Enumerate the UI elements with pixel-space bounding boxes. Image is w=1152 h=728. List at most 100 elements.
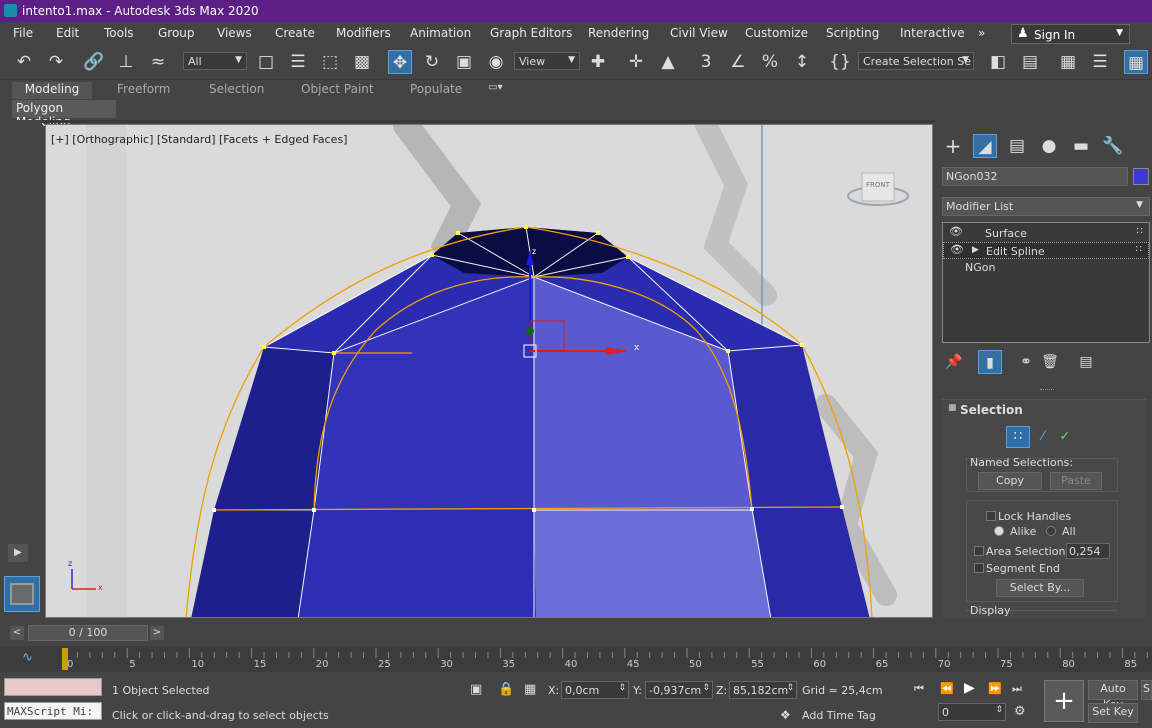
undo-icon[interactable]: ↶ [12,50,36,74]
previous-frame-icon[interactable]: ⏪ [940,682,954,695]
angle-snap-icon[interactable]: ∠ [726,50,750,74]
link-icon[interactable]: 🔗 [82,50,106,74]
spinner-snap-icon[interactable]: ↕ [790,50,814,74]
window-crossing-icon[interactable]: ▩ [350,50,374,74]
curve-editor-icon[interactable]: ∿ [22,650,33,665]
tab-modeling[interactable]: Modeling [12,82,92,99]
polygon-modeling-panel[interactable]: Polygon Modeling [12,100,116,129]
time-slider-thumb[interactable]: 0 / 100 [28,625,148,641]
stack-item-ngon[interactable]: NGon [943,259,1149,276]
menu-more[interactable]: » [978,26,985,40]
menu-modifiers[interactable]: Modifiers [336,26,391,40]
select-and-move-icon[interactable]: ✥ [388,50,412,74]
utilities-tab-icon[interactable]: 🔧 [1101,134,1125,158]
selected-key-filter[interactable]: S [1141,680,1152,700]
selection-filter-dropdown[interactable]: All ▼ [183,52,247,70]
maxscript-mini-listener[interactable]: MAXScript Mi: [4,702,102,720]
select-object-icon[interactable]: □ [254,50,278,74]
keyboard-shortcut-override-icon[interactable]: ▲ [656,50,680,74]
viewcube-face-label[interactable]: FRONT [866,181,890,189]
spinner-icon[interactable]: ⇕ [786,683,794,693]
expand-arrow-icon[interactable]: ▶ [8,544,28,562]
go-to-end-icon[interactable]: ⏭ [1012,682,1022,696]
menu-graph-editors[interactable]: Graph Editors [490,26,572,40]
remove-modifier-icon[interactable]: 🗑 [1038,350,1062,374]
maxscript-listener-output[interactable] [4,678,102,696]
set-key-button[interactable]: Set Key [1088,703,1138,723]
ribbon-toggle-icon[interactable]: ▦ [1124,50,1148,74]
align-icon[interactable]: ▤ [1018,50,1042,74]
menu-file[interactable]: File [13,26,33,40]
isolate-selection-icon[interactable]: ▣ [470,682,482,697]
percent-snap-icon[interactable]: % [758,50,782,74]
segment-end-checkbox[interactable] [974,563,984,573]
selection-rollout-title[interactable]: Selection [960,403,1023,417]
tab-freeform[interactable]: Freeform [117,82,170,96]
expand-arrow-icon[interactable]: ▶ [972,245,979,255]
time-configuration-icon[interactable]: ⚙ [1014,704,1026,719]
menu-interactive[interactable]: Interactive [900,26,965,40]
collapse-icon[interactable]: ■ [948,403,957,413]
modify-tab-icon[interactable]: ◢ [973,134,997,158]
go-to-start-icon[interactable]: ⏮ [914,682,924,696]
spline-mode-icon[interactable]: ✓ [1054,426,1076,448]
absolute-mode-icon[interactable]: ▦ [524,682,536,697]
x-coord-field[interactable]: 0,0cm ⇕ [561,681,629,699]
vertex-mode-icon[interactable]: ∷ [1006,426,1030,448]
motion-tab-icon[interactable]: ● [1037,134,1061,158]
select-and-rotate-icon[interactable]: ↻ [420,50,444,74]
eye-icon[interactable]: 👁 [950,243,964,256]
area-selection-checkbox[interactable] [974,546,984,556]
mirror-icon[interactable]: ◧ [986,50,1010,74]
stack-item-edit-spline[interactable]: 👁 ▶ Edit Spline ∷ [943,242,1149,259]
select-and-scale-icon[interactable]: ▣ [452,50,476,74]
menu-views[interactable]: Views [217,26,252,40]
object-color-swatch[interactable] [1133,168,1149,185]
pivot-center-icon[interactable]: ✚ [586,50,610,74]
current-frame-field[interactable]: 0 ⇕ [938,703,1006,721]
menu-scripting[interactable]: Scripting [826,26,879,40]
menu-rendering[interactable]: Rendering [588,26,649,40]
scene-explorer-icon[interactable]: ▦ [1056,50,1080,74]
lock-handles-checkbox[interactable] [986,511,996,521]
track-bar[interactable]: ∿ 0 5 10 15 20 25 30 35 40 45 50 55 60 65 70 75 80 85 [0,646,1152,672]
time-next-icon[interactable]: > [150,626,164,640]
place-icon[interactable]: ◉ [484,50,508,74]
menu-edit[interactable]: Edit [56,26,79,40]
menu-group[interactable]: Group [158,26,195,40]
area-selection-spinner[interactable]: 0,254 [1066,543,1110,559]
make-unique-icon[interactable]: ⚭ [1014,350,1038,374]
paste-button[interactable]: Paste [1050,472,1102,490]
create-tab-icon[interactable]: + [941,134,965,158]
spinner-icon[interactable]: ⇕ [618,683,626,693]
menu-customize[interactable]: Customize [745,26,808,40]
bind-space-warp-icon[interactable]: ≈ [146,50,170,74]
select-by-button[interactable]: Select By... [996,579,1084,597]
y-coord-field[interactable]: -0,937cm ⇕ [645,681,713,699]
eye-icon[interactable]: 👁 [949,225,963,238]
add-time-tag-button[interactable]: Add Time Tag [802,709,876,722]
select-by-name-icon[interactable]: ☰ [286,50,310,74]
tab-object-paint[interactable]: Object Paint [301,82,374,96]
menu-create[interactable]: Create [275,26,315,40]
copy-button[interactable]: Copy [978,472,1042,490]
selection-lock-icon[interactable]: 🔒 [498,682,514,697]
all-radio[interactable] [1046,526,1056,536]
hierarchy-tab-icon[interactable]: ▤ [1005,134,1029,158]
menu-civil-view[interactable]: Civil View [670,26,728,40]
show-end-result-icon[interactable]: ▮ [978,350,1002,374]
play-icon[interactable]: ▶ [964,680,975,696]
layer-explorer-icon[interactable]: ☰ [1088,50,1112,74]
object-name-field[interactable]: NGon032 [942,167,1128,186]
select-manipulate-icon[interactable]: ✛ [624,50,648,74]
spinner-icon[interactable]: ⇕ [702,683,710,693]
unlink-icon[interactable]: ⊥ [114,50,138,74]
tab-selection[interactable]: Selection [209,82,264,96]
viewport-layout-button[interactable] [4,576,40,612]
pin-stack-icon[interactable]: 📌 [942,350,966,374]
ribbon-options-icon[interactable]: ▭▾ [488,82,502,93]
edit-named-selection-icon[interactable]: {} [828,50,852,74]
configure-modifier-sets-icon[interactable]: ▤ [1074,350,1098,374]
segment-mode-icon[interactable]: ⁄ [1032,426,1054,448]
named-selection-set-dropdown[interactable]: Create Selection Se ▼ [858,52,974,70]
